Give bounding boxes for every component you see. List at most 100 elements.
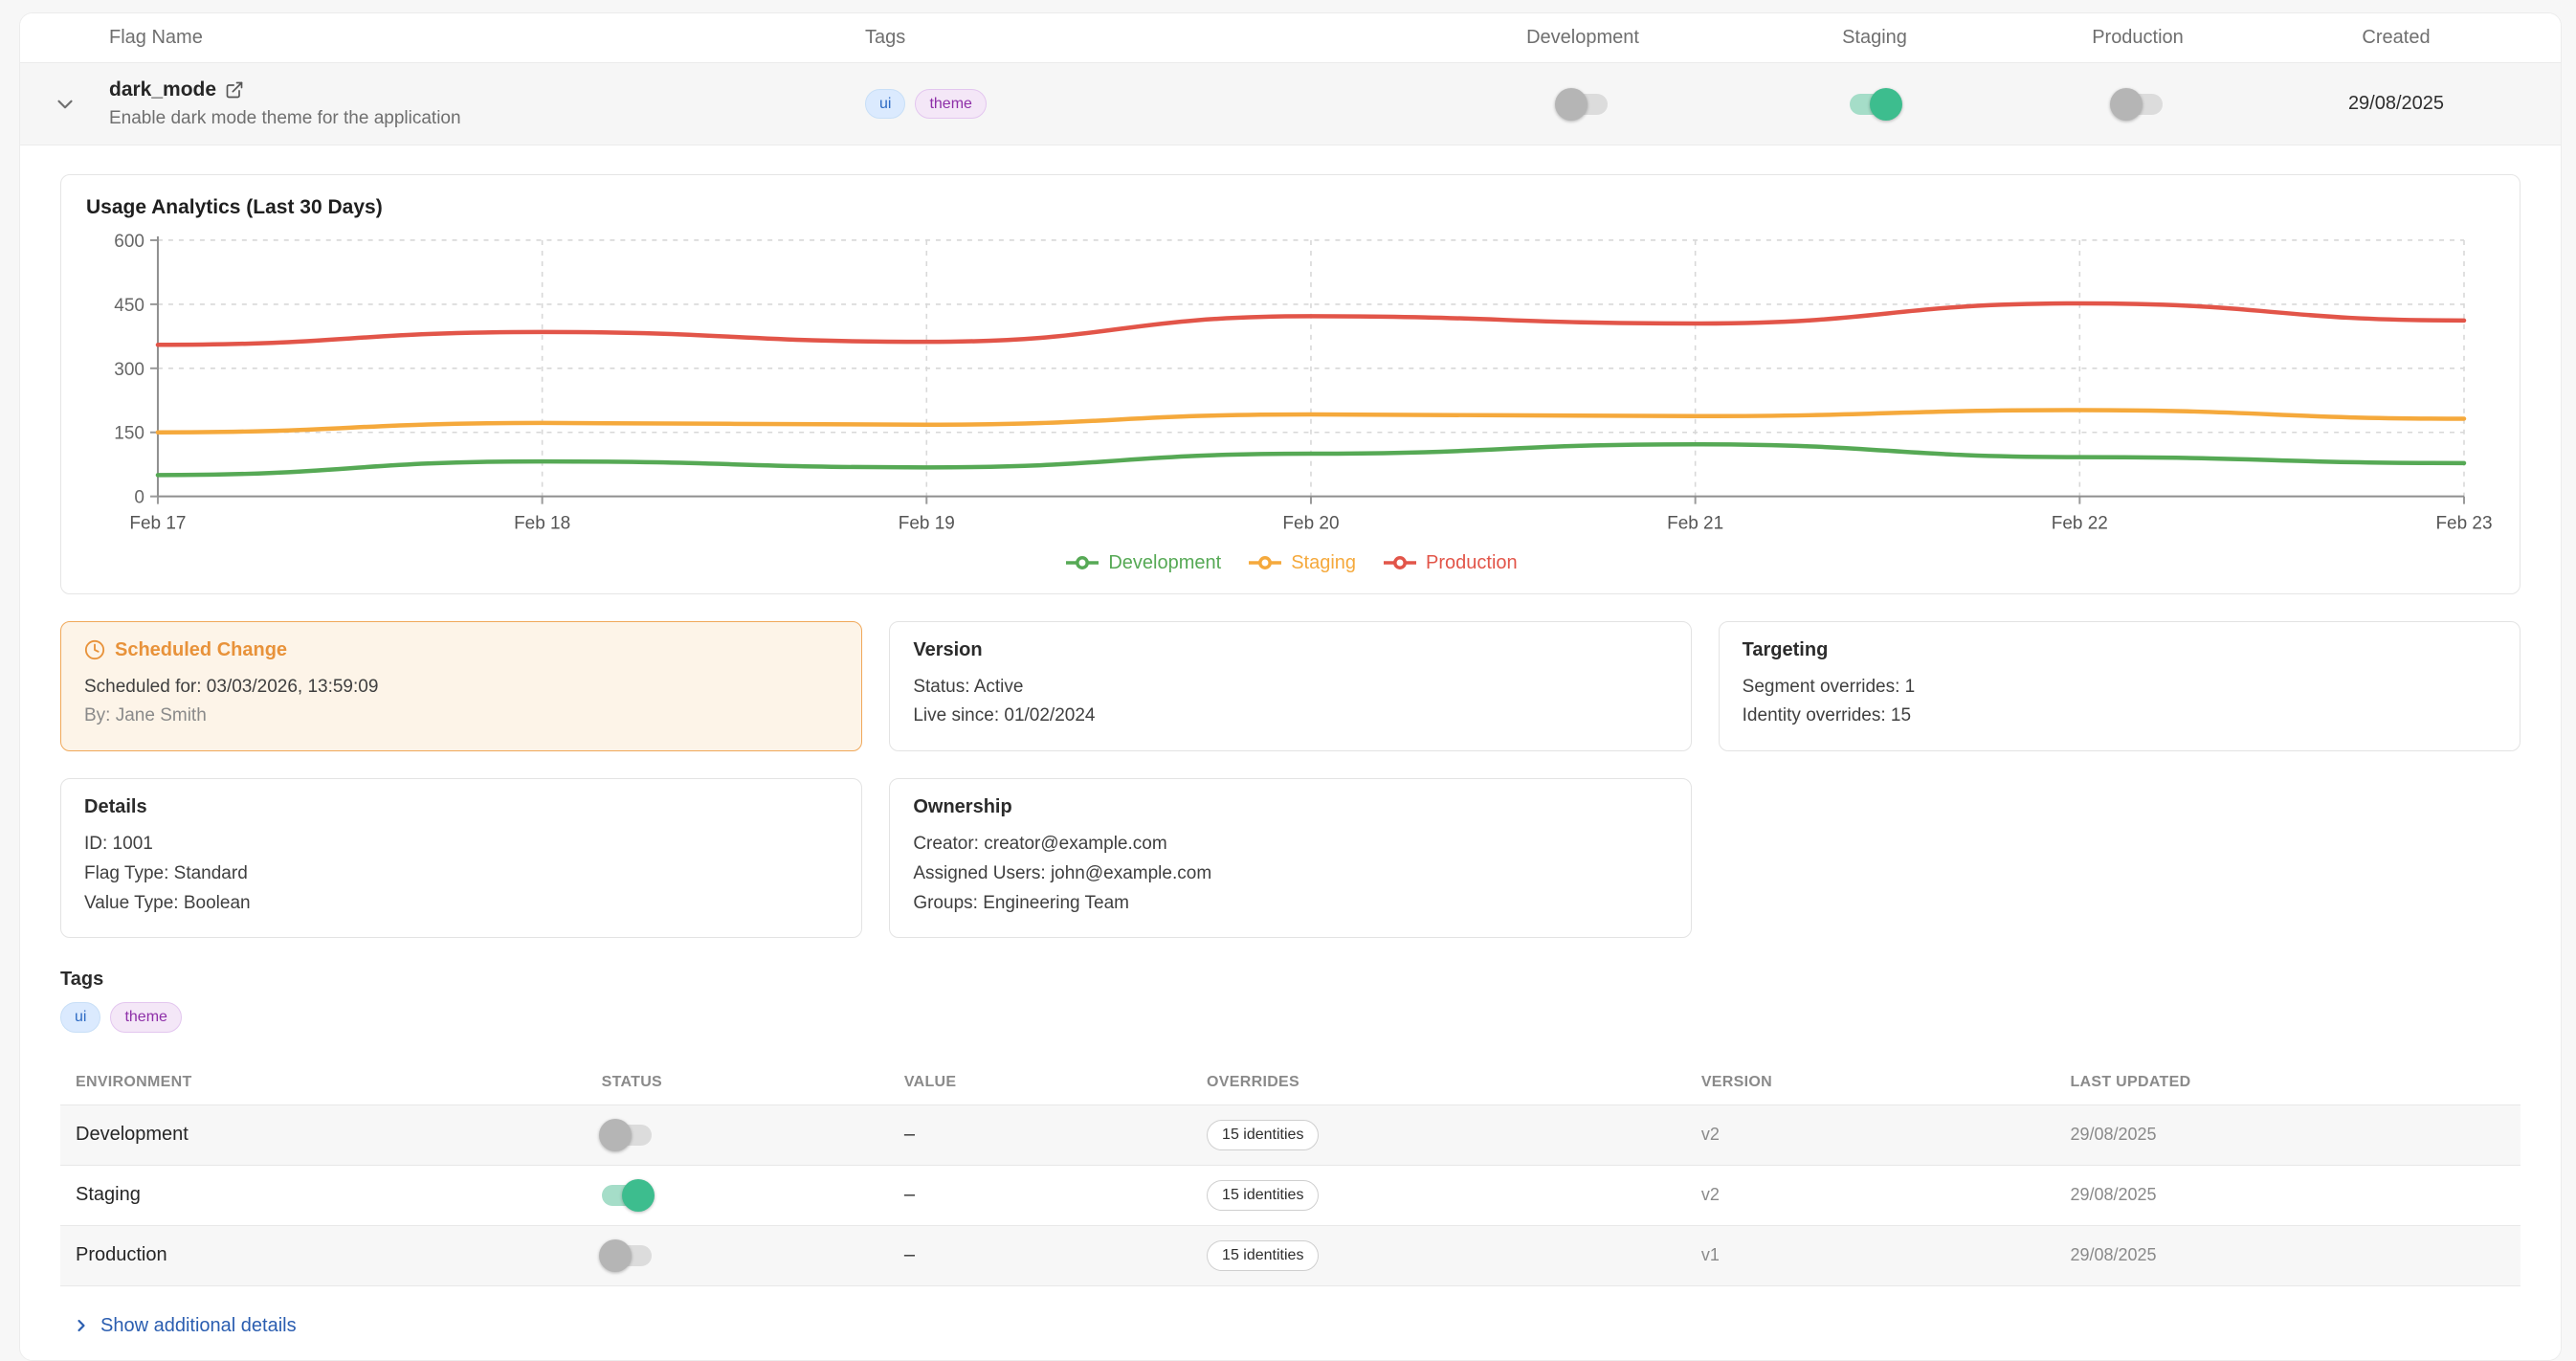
assigned-users: Assigned Users: john@example.com xyxy=(913,859,1667,889)
targeting-title: Targeting xyxy=(1743,639,2497,661)
ownership-title: Ownership xyxy=(913,796,1667,818)
identity-overrides: Identity overrides: 15 xyxy=(1743,702,2497,731)
production-toggle-cell xyxy=(2023,94,2253,115)
env-col-version: Version xyxy=(1701,1074,2071,1091)
tag-theme[interactable]: theme xyxy=(110,1002,181,1032)
env-name: Development xyxy=(60,1124,602,1146)
legend-staging[interactable]: Staging xyxy=(1246,552,1356,574)
env-name: Production xyxy=(60,1244,602,1266)
clock-icon xyxy=(84,639,105,660)
env-name: Staging xyxy=(60,1184,602,1206)
external-link-icon[interactable] xyxy=(225,80,244,100)
env-col-environment: Environment xyxy=(60,1074,602,1091)
env-value: – xyxy=(904,1244,1207,1266)
show-additional-details-link[interactable]: Show additional details xyxy=(72,1315,2520,1337)
env-value: – xyxy=(904,1124,1207,1146)
tag-theme[interactable]: theme xyxy=(915,89,986,119)
col-production: Production xyxy=(2023,27,2253,49)
svg-text:Feb 17: Feb 17 xyxy=(129,514,186,534)
chart-legend: Development Staging Production xyxy=(86,547,2495,582)
environment-table: Environment Status Value Overrides Versi… xyxy=(60,1061,2520,1286)
env-col-overrides: Overrides xyxy=(1207,1074,1701,1091)
env-col-status: Status xyxy=(602,1074,904,1091)
legend-production[interactable]: Production xyxy=(1381,552,1518,574)
chart-title: Usage Analytics (Last 30 Days) xyxy=(86,196,2495,219)
flag-type: Flag Type: Standard xyxy=(84,859,838,889)
tags-section: Tags ui theme xyxy=(60,969,2520,1032)
svg-text:Feb 18: Feb 18 xyxy=(514,514,570,534)
info-cards-row-2: Details ID: 1001 Flag Type: Standard Val… xyxy=(60,778,2520,938)
production-toggle[interactable] xyxy=(2113,94,2163,115)
legend-label: Staging xyxy=(1291,552,1356,574)
flag-tags: ui theme xyxy=(865,89,1439,119)
env-version: v2 xyxy=(1701,1185,2071,1205)
identities-button[interactable]: 15 identities xyxy=(1207,1240,1319,1271)
env-last-updated: 29/08/2025 xyxy=(2070,1245,2520,1265)
env-row-development: Development – 15 identities v2 29/08/202… xyxy=(60,1105,2520,1166)
env-development-toggle[interactable] xyxy=(602,1125,652,1146)
legend-label: Development xyxy=(1108,552,1221,574)
version-live-since: Live since: 01/02/2024 xyxy=(913,702,1667,731)
creator: Creator: creator@example.com xyxy=(913,830,1667,859)
scheduled-change-card: Scheduled Change Scheduled for: 03/03/20… xyxy=(60,621,862,752)
flag-table-header: Flag Name Tags Development Staging Produ… xyxy=(20,13,2561,62)
tag-ui[interactable]: ui xyxy=(865,89,905,119)
version-card: Version Status: Active Live since: 01/02… xyxy=(889,621,1691,752)
env-last-updated: 29/08/2025 xyxy=(2070,1185,2520,1205)
flag-description: Enable dark mode theme for the applicati… xyxy=(109,108,865,129)
toggle-knob xyxy=(1555,88,1588,121)
flag-details-expanded: Usage Analytics (Last 30 Days) 0 150 300 45… xyxy=(20,145,2561,1360)
toggle-knob xyxy=(599,1239,632,1272)
flag-name[interactable]: dark_mode xyxy=(109,78,216,101)
version-status: Status: Active xyxy=(913,673,1667,703)
show-additional-details-label: Show additional details xyxy=(100,1315,297,1337)
env-production-toggle[interactable] xyxy=(602,1245,652,1266)
svg-text:Feb 19: Feb 19 xyxy=(899,514,955,534)
col-tags: Tags xyxy=(865,27,1439,49)
col-development: Development xyxy=(1439,27,1726,49)
toggle-knob xyxy=(599,1119,632,1151)
svg-text:300: 300 xyxy=(114,360,144,380)
col-flag-name: Flag Name xyxy=(109,27,865,49)
ownership-card: Ownership Creator: creator@example.com A… xyxy=(889,778,1691,938)
svg-text:0: 0 xyxy=(134,488,144,508)
collapse-row-button[interactable] xyxy=(20,92,109,117)
tag-ui[interactable]: ui xyxy=(60,1002,100,1032)
env-staging-toggle[interactable] xyxy=(602,1185,652,1206)
svg-text:Feb 22: Feb 22 xyxy=(2052,514,2108,534)
identities-button[interactable]: 15 identities xyxy=(1207,1180,1319,1211)
details-title: Details xyxy=(84,796,838,818)
usage-analytics-chart: 0150300450600Feb 17Feb 18Feb 19Feb 20Feb… xyxy=(86,229,2495,547)
info-cards-row-1: Scheduled Change Scheduled for: 03/03/20… xyxy=(60,621,2520,752)
value-type: Value Type: Boolean xyxy=(84,889,838,919)
toggle-knob xyxy=(622,1179,655,1212)
svg-text:450: 450 xyxy=(114,296,144,316)
env-col-last-updated: Last Updated xyxy=(2070,1074,2520,1091)
svg-text:Feb 23: Feb 23 xyxy=(2435,514,2492,534)
svg-text:600: 600 xyxy=(114,232,144,252)
feature-flag-panel: Flag Name Tags Development Staging Produ… xyxy=(19,12,2562,1361)
legend-development[interactable]: Development xyxy=(1063,552,1221,574)
staging-toggle-cell xyxy=(1726,94,2023,115)
tags-section-title: Tags xyxy=(60,969,2520,991)
env-row-staging: Staging – 15 identities v2 29/08/2025 xyxy=(60,1166,2520,1226)
env-col-value: Value xyxy=(904,1074,1207,1091)
flag-name-cell: dark_mode Enable dark mode theme for the… xyxy=(109,75,865,133)
legend-marker-icon xyxy=(1381,555,1419,570)
usage-analytics-card: Usage Analytics (Last 30 Days) 0 150 300 45… xyxy=(60,174,2520,594)
identities-button[interactable]: 15 identities xyxy=(1207,1120,1319,1150)
scheduled-change-title: Scheduled Change xyxy=(115,639,287,661)
legend-label: Production xyxy=(1426,552,1518,574)
development-toggle[interactable] xyxy=(1558,94,1608,115)
svg-text:150: 150 xyxy=(114,424,144,444)
segment-overrides: Segment overrides: 1 xyxy=(1743,673,2497,703)
legend-marker-icon xyxy=(1063,555,1101,570)
col-staging: Staging xyxy=(1726,27,2023,49)
staging-toggle[interactable] xyxy=(1850,94,1899,115)
toggle-knob xyxy=(2110,88,2143,121)
env-version: v2 xyxy=(1701,1125,2071,1145)
env-row-production: Production – 15 identities v1 29/08/2025 xyxy=(60,1226,2520,1286)
flag-row-dark-mode[interactable]: dark_mode Enable dark mode theme for the… xyxy=(20,62,2561,145)
scheduled-for: Scheduled for: 03/03/2026, 13:59:09 xyxy=(84,673,838,703)
groups: Groups: Engineering Team xyxy=(913,889,1667,919)
